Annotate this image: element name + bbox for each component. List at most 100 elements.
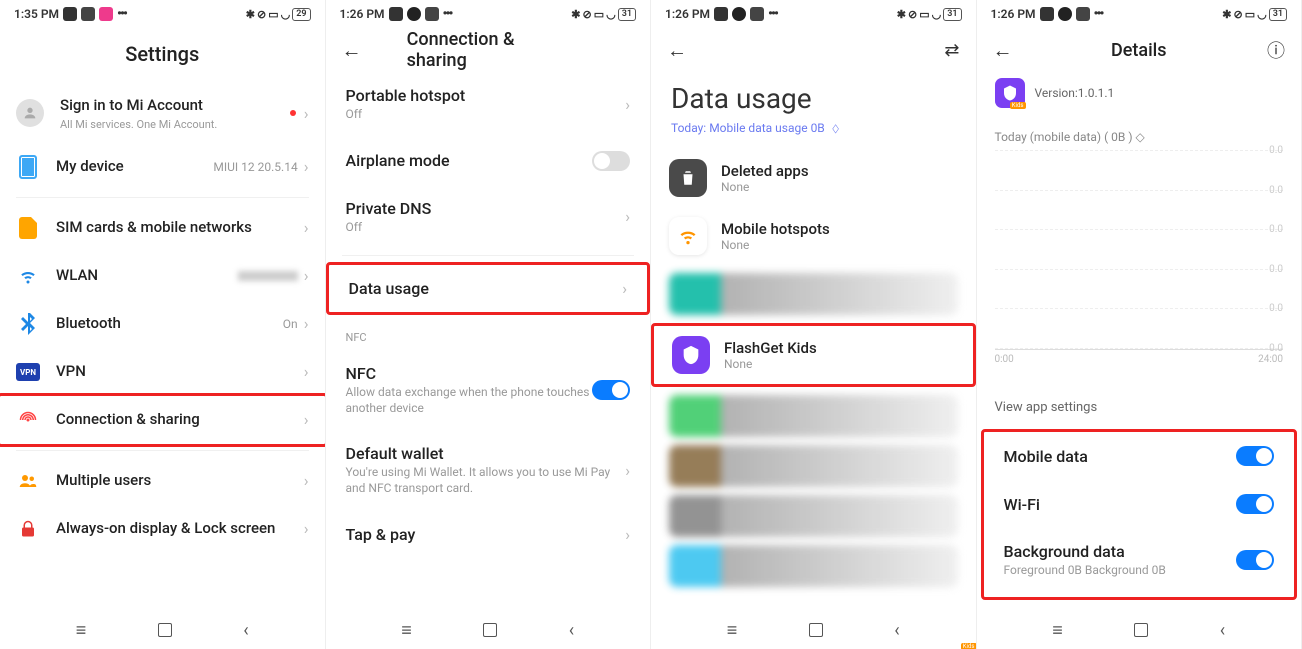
status-app-icon <box>81 7 95 21</box>
nfc-section-label: NFC <box>326 315 651 350</box>
alert-dot-icon <box>290 110 296 116</box>
lock-icon <box>16 517 40 541</box>
page-title: Details <box>1111 40 1167 61</box>
status-more-icon: ••• <box>768 6 777 22</box>
nav-back-button[interactable]: ‹ <box>1220 620 1225 641</box>
airplane-toggle[interactable] <box>592 151 630 171</box>
nav-back-button[interactable]: ‹ <box>894 620 899 641</box>
screen-data-usage: 1:26 PM ••• ✱ ⊘ ▭ ◡ 31 ← ⇄ Data usage To… <box>651 0 977 649</box>
dns-row[interactable]: Private DNS Off › <box>326 185 651 250</box>
status-time: 1:26 PM <box>665 7 710 21</box>
nav-bar: ≡ ‹ <box>651 611 976 649</box>
wallet-row[interactable]: Default wallet You're using Mi Wallet. I… <box>326 430 651 510</box>
status-app-icon <box>389 7 403 21</box>
wifi-title: Wi-Fi <box>1004 495 1237 514</box>
view-app-settings-link[interactable]: View app settings <box>977 390 1302 429</box>
bgdata-sub: Foreground 0B Background 0B <box>1004 563 1237 579</box>
nav-home-button[interactable] <box>1134 623 1148 637</box>
flashget-app-icon: Kids <box>995 78 1025 108</box>
tap-row[interactable]: Tap & pay › <box>326 511 651 558</box>
back-button[interactable]: ← <box>342 38 362 63</box>
status-bar: 1:26 PM ••• ✱ ⊘ ▭ ◡ 31 <box>651 0 976 28</box>
chevron-right-icon: › <box>304 410 309 429</box>
status-app-icon <box>750 7 764 21</box>
nav-menu-button[interactable]: ≡ <box>76 620 87 641</box>
trash-icon <box>669 159 707 197</box>
swap-icon[interactable]: ⇄ <box>944 40 959 61</box>
wlan-row[interactable]: WLAN › <box>0 252 325 300</box>
sim-title: SIM cards & mobile networks <box>56 218 304 238</box>
divider <box>16 197 309 198</box>
status-bar: 1:26 PM ••• ✱ ⊘ ▭ ◡ 31 <box>326 0 651 28</box>
datausage-row[interactable]: Data usage › <box>329 265 648 312</box>
hotspots-title: Mobile hotspots <box>721 220 958 238</box>
blurred-app-row <box>669 395 958 437</box>
flashget-app-icon: Kids <box>672 336 710 374</box>
nav-back-button[interactable]: ‹ <box>569 620 574 641</box>
nav-menu-button[interactable]: ≡ <box>401 620 412 641</box>
y-tick: 0.0 <box>1269 303 1283 314</box>
signin-row[interactable]: Sign in to Mi Account All Mi services. O… <box>0 84 325 143</box>
wifi-icon: ◡ <box>932 8 942 21</box>
mobile-data-toggle[interactable] <box>1236 446 1274 466</box>
chevron-right-icon: › <box>304 218 309 237</box>
deleted-sub: None <box>721 180 958 194</box>
wifi-icon: ◡ <box>281 8 291 21</box>
multiusers-row[interactable]: Multiple users › <box>0 457 325 505</box>
flashget-row[interactable]: Kids FlashGet Kids None <box>654 326 973 384</box>
wifi-row[interactable]: Wi-Fi <box>984 480 1295 528</box>
battery-icon: 31 <box>1269 8 1287 21</box>
filter-dropdown[interactable]: Today: Mobile data usage 0B◇ <box>651 121 976 149</box>
app-version: Version:1.0.1.1 <box>1035 86 1115 100</box>
nav-bar: ≡ ‹ <box>977 611 1302 649</box>
hotspot-title: Portable hotspot <box>346 86 626 105</box>
bgdata-toggle[interactable] <box>1236 550 1274 570</box>
chart-filter-dropdown[interactable]: Today (mobile data) ( 0B ) ◇ <box>977 114 1302 150</box>
deleted-title: Deleted apps <box>721 162 958 180</box>
bgdata-row[interactable]: Background data Foreground 0B Background… <box>984 528 1295 593</box>
chevron-updown-icon: ◇ <box>832 121 838 135</box>
mydevice-title: My device <box>56 157 213 177</box>
blurred-app-row <box>669 545 958 587</box>
dnd-icon: ⊘ <box>582 8 591 21</box>
deleted-apps-row[interactable]: Deleted apps None <box>651 149 976 207</box>
nav-home-button[interactable] <box>158 623 172 637</box>
divider <box>16 450 309 451</box>
bluetooth-row[interactable]: Bluetooth On › <box>0 300 325 348</box>
nfc-sub: Allow data exchange when the phone touch… <box>346 385 593 416</box>
toggles-highlight: Mobile data Wi-Fi Background data Foregr… <box>981 429 1298 600</box>
wifi-icon: ◡ <box>606 8 616 21</box>
connection-sharing-row[interactable]: Connection & sharing › <box>0 393 325 447</box>
sim-row[interactable]: SIM cards & mobile networks › <box>0 204 325 252</box>
back-button[interactable]: ← <box>993 38 1013 63</box>
nav-home-button[interactable] <box>483 623 497 637</box>
info-icon[interactable]: ⓘ <box>1267 37 1285 63</box>
nfc-row[interactable]: NFC Allow data exchange when the phone t… <box>326 350 651 430</box>
airplane-row[interactable]: Airplane mode <box>326 137 651 185</box>
blurred-app-row <box>669 445 958 487</box>
back-button[interactable]: ← <box>667 38 687 63</box>
nav-menu-button[interactable]: ≡ <box>1052 620 1063 641</box>
y-tick: 0.0 <box>1269 185 1283 196</box>
sim-icon <box>16 216 40 240</box>
nav-menu-button[interactable]: ≡ <box>727 620 738 641</box>
mydevice-row[interactable]: My device MIUI 12 20.5.14 › <box>0 143 325 191</box>
status-more-icon: ••• <box>443 6 452 22</box>
hotspots-row[interactable]: Mobile hotspots None <box>651 207 976 265</box>
wifi-toggle[interactable] <box>1236 494 1274 514</box>
nav-back-button[interactable]: ‹ <box>243 620 248 641</box>
chevron-right-icon: › <box>304 519 309 538</box>
bluetooth-icon: ✱ <box>571 8 580 21</box>
chevron-right-icon: › <box>304 157 309 176</box>
vpn-row[interactable]: VPN VPN › <box>0 348 325 396</box>
mobile-data-row[interactable]: Mobile data <box>984 432 1295 480</box>
hotspot-row[interactable]: Portable hotspot Off › <box>326 72 651 137</box>
dnd-icon: ⊘ <box>1233 8 1242 21</box>
nfc-toggle[interactable] <box>592 380 630 400</box>
aod-row[interactable]: Always-on display & Lock screen › <box>0 505 325 553</box>
chevron-updown-icon: ◇ <box>1136 130 1145 144</box>
nav-home-button[interactable] <box>809 623 823 637</box>
wlan-title: WLAN <box>56 266 238 286</box>
status-app-icon <box>732 7 746 21</box>
chevron-right-icon: › <box>625 461 630 480</box>
